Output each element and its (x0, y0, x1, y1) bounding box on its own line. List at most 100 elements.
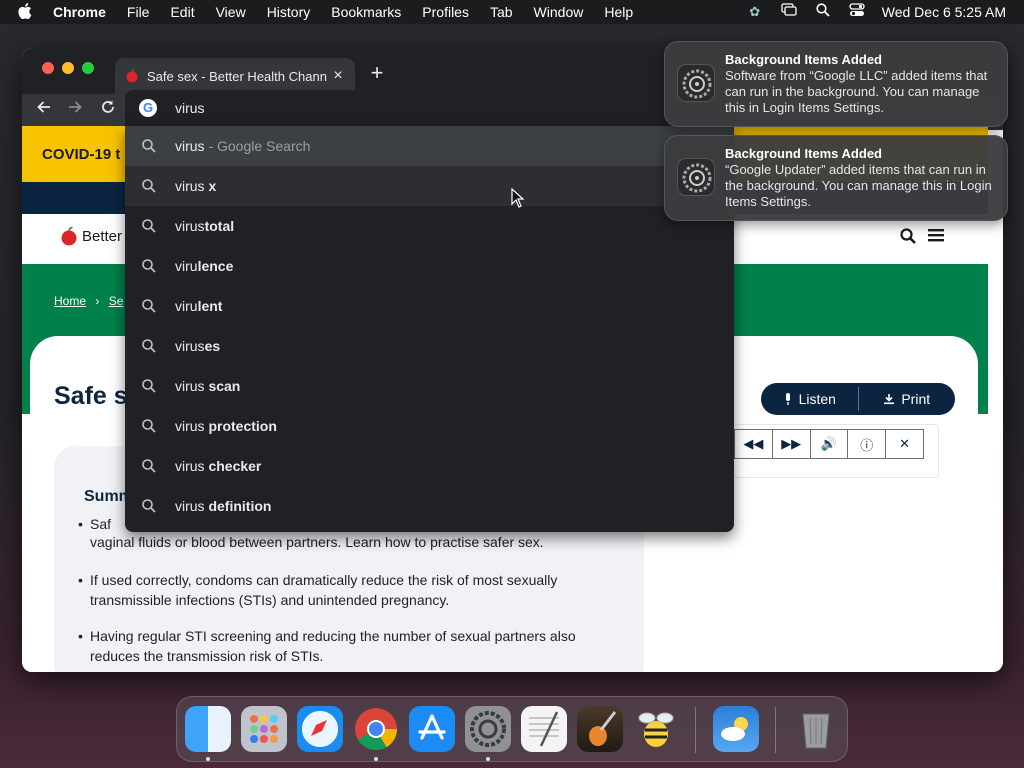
menu-tab[interactable]: Tab (490, 4, 513, 20)
menu-window[interactable]: Window (534, 4, 584, 20)
suggestion-text: virulent (175, 298, 223, 314)
suggestion-text: virus x (175, 178, 217, 194)
listen-print-bar: Listen Print (761, 383, 955, 415)
trash-icon[interactable] (793, 706, 839, 752)
suggestion-row[interactable]: virus checker (125, 446, 734, 486)
audio-player: ◀◀ ▶▶ 🔊 ⓘ ✕ (733, 424, 939, 478)
print-button[interactable]: Print (859, 383, 956, 415)
breadcrumb: Home › Se (54, 294, 123, 308)
download-icon (884, 394, 895, 405)
hamburger-menu-icon[interactable] (928, 226, 944, 247)
apple-logo-icon (61, 226, 77, 246)
suggestion-text: virustotal (175, 218, 235, 234)
notification-1[interactable]: Background Items Added Software from “Go… (664, 41, 1008, 127)
chrome-icon[interactable] (353, 706, 399, 752)
suggestion-row[interactable]: virus scan (125, 366, 734, 406)
site-logo[interactable]: Better (60, 226, 122, 246)
suggestion-text: virus checker (175, 458, 262, 474)
menu-app-name[interactable]: Chrome (53, 4, 106, 20)
apple-menu-icon[interactable] (18, 2, 32, 22)
dock (176, 696, 848, 762)
menu-clock[interactable]: Wed Dec 6 5:25 AM (882, 4, 1006, 20)
weather-icon[interactable] (713, 706, 759, 752)
search-icon (142, 379, 156, 393)
suggestion-row[interactable]: virus protection (125, 406, 734, 446)
suggestion-row[interactable]: viruses (125, 326, 734, 366)
listen-label: Listen (798, 391, 836, 407)
summary-bullet-3: Having regular STI screening and reducin… (78, 626, 610, 666)
search-icon (142, 339, 156, 353)
suggestion-text: virus definition (175, 498, 272, 514)
info-icon[interactable]: ⓘ (847, 430, 885, 458)
close-window-button[interactable] (42, 62, 54, 74)
player-controls: ◀◀ ▶▶ 🔊 ⓘ ✕ (734, 429, 924, 459)
launchpad-icon[interactable] (241, 706, 287, 752)
back-arrow-icon[interactable] (32, 99, 56, 120)
safari-icon[interactable] (297, 706, 343, 752)
suggestion-text: virulence (175, 258, 234, 274)
menu-history[interactable]: History (267, 4, 311, 20)
tab-close-icon[interactable]: × (331, 67, 345, 85)
tab-active[interactable]: Safe sex - Better Health Chann × (115, 58, 355, 94)
control-center-icon[interactable] (848, 3, 866, 21)
system-settings-gear-icon (677, 158, 715, 196)
menu-profiles[interactable]: Profiles (422, 4, 469, 20)
search-icon (142, 459, 156, 473)
search-icon (142, 179, 156, 193)
new-tab-button[interactable]: + (367, 60, 387, 86)
fast-forward-icon[interactable]: ▶▶ (771, 430, 810, 458)
garageband-icon[interactable] (577, 706, 623, 752)
suggestion-text: viruses (175, 338, 221, 354)
spotlight-search-icon[interactable] (814, 3, 832, 21)
suggestion-row[interactable]: virus definition (125, 486, 734, 526)
logo-text: Better (82, 227, 123, 245)
zoom-window-button[interactable] (82, 62, 94, 74)
suggestion-text: virus - Google Search (175, 138, 311, 154)
summary-bullet-2: If used correctly, condoms can dramatica… (78, 570, 610, 610)
textedit-icon[interactable] (521, 706, 567, 752)
omnibox-input[interactable] (175, 98, 675, 118)
search-icon (142, 139, 156, 153)
notification-2-title: Background Items Added (725, 146, 882, 161)
search-icon (142, 419, 156, 433)
breadcrumb-section-link[interactable]: Se (109, 294, 124, 308)
app-store-icon[interactable] (409, 706, 455, 752)
status-app-icon[interactable]: ✿ (746, 3, 764, 21)
google-g-icon: G (139, 99, 157, 117)
notification-2-body: “Google Updater” added items that can ru… (725, 162, 992, 209)
notification-1-title: Background Items Added (725, 52, 882, 67)
menu-file[interactable]: File (127, 4, 150, 20)
page-title: Safe s (54, 382, 128, 410)
breadcrumb-separator: › (95, 294, 100, 308)
listen-button[interactable]: Listen (761, 383, 858, 415)
suggestion-row[interactable]: virulent (125, 286, 734, 326)
system-settings-gear-icon (677, 64, 715, 102)
suggestion-row[interactable]: virulence (125, 246, 734, 286)
mouse-cursor-icon (511, 187, 525, 213)
system-settings-icon[interactable] (465, 706, 511, 752)
menu-help[interactable]: Help (604, 4, 633, 20)
omnibox-suggestions: virus - Google Search virus x virustotal vi… (125, 126, 734, 532)
forward-arrow-icon[interactable] (63, 99, 87, 120)
suggestion-row[interactable]: virus - Google Search (125, 126, 734, 166)
print-label: Print (901, 391, 931, 407)
rewind-icon[interactable]: ◀◀ (735, 430, 772, 458)
search-icon (142, 499, 156, 513)
suggestion-row[interactable]: virustotal (125, 206, 734, 246)
finder-icon[interactable] (185, 706, 231, 752)
search-icon (142, 299, 156, 313)
cyberduck-icon[interactable] (633, 706, 679, 752)
menu-bookmarks[interactable]: Bookmarks (331, 4, 401, 20)
suggestion-row[interactable]: virus x (125, 166, 734, 206)
minimize-window-button[interactable] (62, 62, 74, 74)
screen-mirroring-icon[interactable] (780, 3, 798, 21)
site-search-icon[interactable] (900, 228, 916, 249)
menu-bar: Chrome File Edit View History Bookmarks … (0, 0, 1024, 24)
notification-2[interactable]: Background Items Added “Google Updater” … (664, 135, 1008, 221)
breadcrumb-home-link[interactable]: Home (54, 294, 86, 308)
menu-edit[interactable]: Edit (170, 4, 194, 20)
close-player-icon[interactable]: ✕ (885, 430, 923, 458)
menu-view[interactable]: View (216, 4, 246, 20)
reload-icon[interactable] (96, 99, 120, 120)
volume-icon[interactable]: 🔊 (809, 430, 848, 458)
